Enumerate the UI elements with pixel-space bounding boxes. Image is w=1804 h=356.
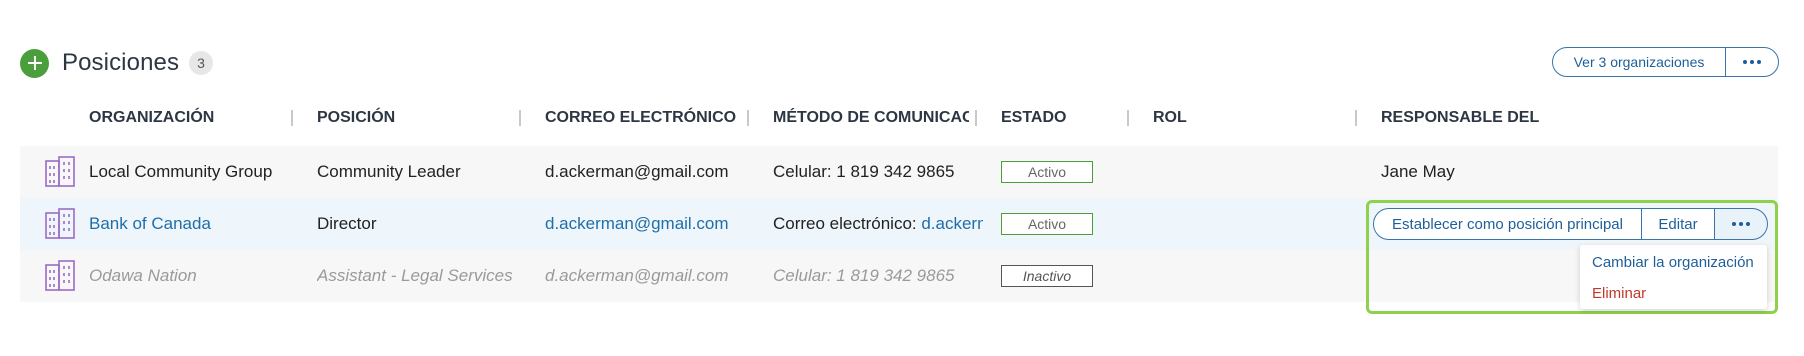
role-cell [1153, 146, 1353, 198]
email-link[interactable]: d.ackerman@gmail.com [545, 198, 750, 250]
column-resize-handle[interactable] [1355, 110, 1357, 126]
column-resize-handle[interactable] [747, 110, 749, 126]
column-header-organization[interactable]: ORGANIZACIÓN [89, 105, 284, 131]
count-badge: 3 [189, 51, 214, 75]
position-cell: Assistant - Legal Services [317, 266, 513, 285]
edit-button[interactable]: Editar [1641, 208, 1715, 240]
status-cell: Activo [1001, 198, 1121, 250]
column-resize-handle[interactable] [975, 110, 977, 126]
set-primary-position-button[interactable]: Establecer como posición principal [1373, 208, 1642, 240]
row-options-menu: Cambiar la organización Eliminar [1580, 245, 1767, 309]
top-actions: Ver 3 organizaciones [1552, 47, 1779, 77]
method-cell: Correo electrónico: d.ackerm… [773, 198, 983, 250]
row-more-options-button[interactable] [1714, 208, 1768, 240]
method-label: Correo electrónico: [773, 214, 922, 233]
column-header-position[interactable]: POSICIÓN [317, 105, 512, 131]
status-cell: Activo [1001, 146, 1121, 198]
menu-item-delete[interactable]: Eliminar [1580, 278, 1767, 309]
menu-item-change-organization[interactable]: Cambiar la organización [1580, 247, 1767, 278]
column-header-responsible[interactable]: RESPONSABLE DEL CON [1381, 105, 1543, 131]
column-header-status[interactable]: ESTADO [1001, 105, 1121, 131]
column-header-role[interactable]: ROL [1153, 105, 1348, 131]
email-cell: d.ackerman@gmail.com [545, 266, 729, 285]
column-header-method[interactable]: MÉTODO DE COMUNICAC... [773, 105, 969, 131]
more-options-button[interactable] [1725, 47, 1779, 77]
position-cell: Community Leader [317, 162, 461, 181]
status-badge: Inactivo [1001, 265, 1093, 287]
method-email-link[interactable]: d.ackerm… [921, 214, 983, 234]
position-cell: Director [317, 214, 377, 233]
status-badge: Activo [1001, 161, 1093, 183]
building-icon [44, 250, 76, 302]
status-badge: Activo [1001, 213, 1093, 235]
method-cell: Celular: 1 819 342 9865 [773, 162, 955, 181]
add-position-button[interactable] [20, 48, 49, 78]
organization-cell: Odawa Nation [89, 266, 197, 285]
ellipsis-icon [1743, 60, 1761, 64]
column-resize-handle[interactable] [291, 110, 293, 126]
status-cell: Inactivo [1001, 250, 1121, 302]
organization-link[interactable]: Bank of Canada [89, 198, 294, 250]
ellipsis-icon [1732, 222, 1750, 226]
column-resize-handle[interactable] [1127, 110, 1129, 126]
row-actions: Establecer como posición principal Edita… [1373, 208, 1768, 240]
organization-cell: Local Community Group [89, 162, 273, 181]
responsible-cell: Jane May [1381, 162, 1455, 181]
column-header-email[interactable]: CORREO ELECTRÓNICO [545, 105, 740, 131]
building-icon [44, 198, 76, 250]
role-cell [1153, 250, 1353, 302]
plus-icon [27, 56, 42, 70]
section-title: Posiciones [62, 49, 180, 76]
role-cell [1153, 198, 1353, 250]
method-cell: Celular: 1 819 342 9865 [773, 266, 955, 285]
email-cell: d.ackerman@gmail.com [545, 162, 729, 181]
table-row[interactable]: Local Community Group Community Leader d… [20, 146, 1778, 198]
column-resize-handle[interactable] [519, 110, 521, 126]
section-header: Posiciones 3 [20, 48, 214, 78]
view-organizations-button[interactable]: Ver 3 organizaciones [1552, 47, 1726, 77]
building-icon [44, 146, 76, 198]
